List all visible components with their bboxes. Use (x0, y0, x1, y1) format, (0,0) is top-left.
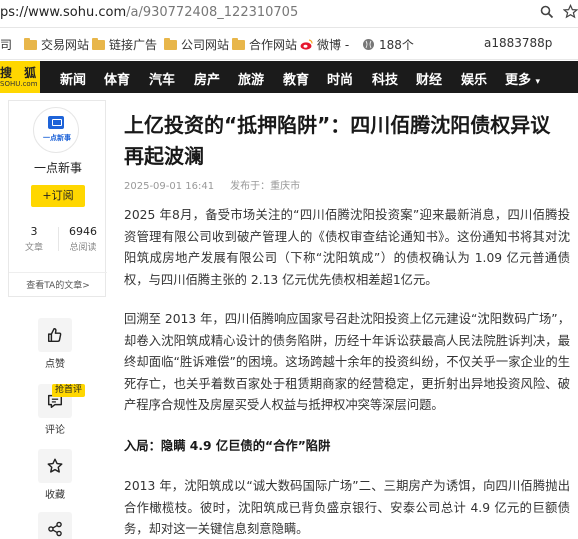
author-articles-link[interactable]: 查看TA的文章> (9, 272, 107, 298)
star-icon (47, 458, 63, 473)
nav-house[interactable]: 房产 (194, 69, 220, 88)
article-title: 上亿投资的“抵押陷阱”：四川佰腾沈阳债权异议再起波澜 (124, 113, 551, 168)
nav-travel[interactable]: 旅游 (238, 69, 264, 88)
address-bar[interactable]: ps://www.sohu.com/a/930772408_122310705 (0, 0, 578, 28)
search-icon[interactable] (540, 5, 554, 23)
article-paragraph: 回溯至 2013 年，四川佰腾响应国家号召赴沈阳投资上亿元建设“沈阳数码广场”，… (124, 312, 570, 412)
share-icon (48, 521, 62, 537)
chevron-down-icon: ▾ (535, 77, 541, 87)
thumbs-up-icon (47, 327, 62, 343)
like-button[interactable] (38, 318, 72, 352)
share-button[interactable] (38, 512, 72, 539)
bookmark-item[interactable]: a1883788p (484, 36, 552, 50)
publish-date: 2025-09-01 16:41 (124, 181, 215, 192)
bookmark-item[interactable]: 公司网站 (164, 36, 229, 53)
article-paragraph: 2013 年，沈阳筑成以“诚大数码国际广场”二、三期房产为诱饵，向四川佰腾抛出合… (124, 479, 570, 536)
like-label: 点赞 (45, 359, 65, 370)
favorite-button[interactable] (38, 449, 72, 483)
nav-auto[interactable]: 汽车 (149, 69, 175, 88)
site-nav: 搜 狐 SOHU.com 新闻 体育 汽车 房产 旅游 教育 时尚 科技 财经 … (0, 61, 578, 93)
folder-icon (92, 37, 105, 50)
nav-news[interactable]: 新闻 (60, 69, 86, 88)
divider (58, 227, 59, 251)
bookmark-item[interactable]: 合作网站 (232, 36, 297, 53)
url-text[interactable]: ps://www.sohu.com/a/930772408_122310705 (0, 5, 298, 20)
first-comment-badge: 抢首评 (52, 384, 86, 397)
folder-icon (164, 37, 177, 50)
author-card: 一点新事 一点新事 +订阅 3 文章 6946 总阅读 查看TA的文章> (8, 100, 107, 298)
section-heading: 入局：隐瞒 4.9 亿巨债的“合作”陷阱 (124, 439, 331, 453)
favorite-label: 收藏 (45, 490, 65, 501)
url-path: /a/930772408_122310705 (126, 5, 299, 20)
bookmark-item[interactable]: 微博 - (300, 36, 349, 53)
folder-icon (24, 37, 37, 50)
avatar[interactable]: 一点新事 (33, 107, 79, 153)
star-icon[interactable] (562, 3, 578, 23)
bookmark-item[interactable]: 司 (0, 36, 12, 53)
nav-fashion[interactable]: 时尚 (327, 69, 353, 88)
article-meta: 2025-09-01 16:41 发布于：重庆市 (124, 177, 300, 192)
comment-label: 评论 (45, 425, 65, 436)
nav-more[interactable]: 更多 ▾ (505, 69, 540, 88)
weibo-icon (300, 39, 313, 50)
bookmark-item[interactable]: 交易网站 (24, 36, 89, 53)
bookmark-item[interactable]: 188个 (362, 36, 414, 53)
source-location: 重庆市 (270, 181, 301, 192)
author-name[interactable]: 一点新事 (9, 159, 107, 176)
views-stat: 6946 总阅读 (69, 225, 97, 253)
folder-icon (232, 37, 245, 50)
source-label: 发布于： (230, 181, 271, 192)
bookmark-item[interactable]: 链接广告 (92, 36, 157, 53)
bookmarks-bar: 司 交易网站 链接广告 公司网站 合作网站 微博 - 188个 a1883788… (0, 28, 578, 60)
nav-sports[interactable]: 体育 (104, 69, 130, 88)
nav-education[interactable]: 教育 (283, 69, 309, 88)
sohu-logo[interactable]: 搜 狐 SOHU.com (0, 61, 40, 93)
article-paragraph: 2025 年8月，备受市场关注的“四川佰腾沈阳投资案”迎来最新消息，四川佰腾投资… (124, 208, 570, 287)
articles-stat: 3 文章 (24, 225, 43, 253)
url-host: ps://www.sohu.com (0, 5, 127, 20)
globe-icon (362, 38, 375, 51)
subscribe-button[interactable]: +订阅 (31, 185, 85, 207)
nav-entertainment[interactable]: 娱乐 (461, 69, 487, 88)
nav-tech[interactable]: 科技 (372, 69, 398, 88)
nav-finance[interactable]: 财经 (416, 69, 442, 88)
message-box-icon (48, 116, 64, 129)
